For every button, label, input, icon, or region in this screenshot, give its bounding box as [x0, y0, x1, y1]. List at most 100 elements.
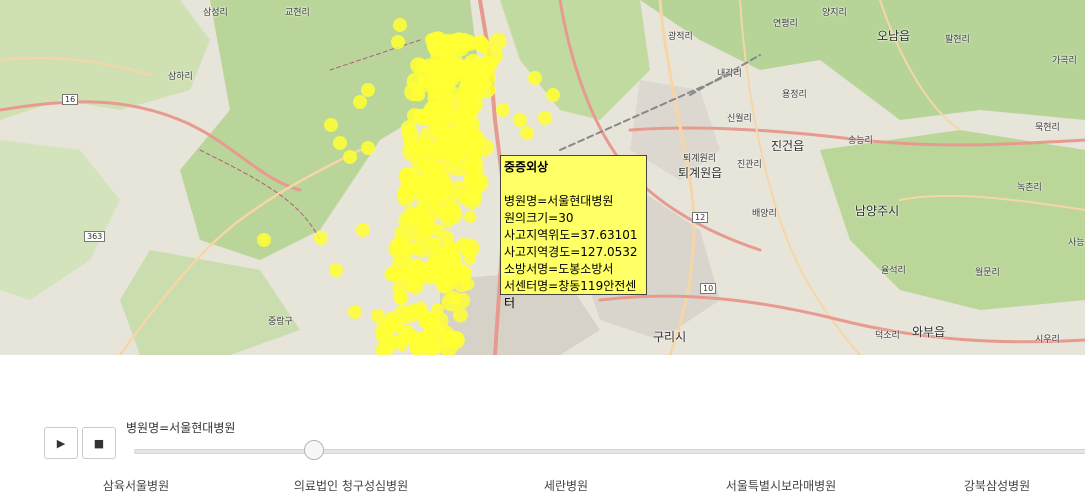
- incident-marker[interactable]: [399, 183, 413, 197]
- incident-marker[interactable]: [414, 141, 430, 156]
- incident-marker[interactable]: [402, 206, 422, 225]
- slider-tick-label[interactable]: 서울특별시보라매병원: [726, 477, 836, 494]
- incident-marker[interactable]: [463, 53, 484, 74]
- stop-icon: ■: [93, 436, 105, 450]
- incident-marker[interactable]: [395, 304, 409, 318]
- place-label: 녹촌리: [1017, 183, 1042, 193]
- play-icon: ▶: [56, 436, 66, 450]
- slider-current-value: 병원명=서울현대병원: [126, 421, 236, 435]
- incident-marker[interactable]: [412, 239, 431, 258]
- incident-marker[interactable]: [361, 141, 375, 155]
- slider-track[interactable]: [134, 449, 1085, 454]
- place-label: 율석리: [881, 266, 906, 276]
- incident-marker[interactable]: [496, 103, 510, 117]
- tooltip-line-longitude: 사고지역경도=127.0532: [504, 245, 638, 259]
- incident-marker[interactable]: [459, 125, 475, 141]
- incident-marker[interactable]: [449, 331, 463, 345]
- incident-marker[interactable]: [356, 223, 370, 237]
- incident-marker[interactable]: [257, 233, 271, 247]
- incident-marker[interactable]: [489, 32, 507, 50]
- place-label: 신월리: [727, 114, 752, 124]
- tooltip-spacer: [504, 176, 643, 193]
- incident-marker[interactable]: [392, 281, 406, 295]
- incident-marker[interactable]: [538, 111, 552, 125]
- incident-marker[interactable]: [461, 139, 481, 159]
- incident-marker[interactable]: [329, 263, 343, 277]
- incident-marker[interactable]: [333, 136, 347, 150]
- place-label: 양지리: [822, 8, 847, 18]
- incident-marker[interactable]: [461, 189, 482, 210]
- incident-marker[interactable]: [416, 185, 430, 198]
- map-view[interactable]: 삼성리 교현리 삼하리 광적리 연평리 양지리 오남읍 팔현리 가곡리 내각리 용정리 신월리 진건읍 송…: [0, 0, 1085, 355]
- incident-marker[interactable]: [390, 267, 405, 282]
- incident-marker[interactable]: [407, 303, 421, 317]
- place-label: 송능리: [848, 136, 873, 146]
- incident-marker[interactable]: [407, 225, 424, 241]
- place-label: 월문리: [975, 268, 1000, 278]
- incident-marker[interactable]: [441, 292, 461, 312]
- place-label: 삼하리: [168, 72, 193, 82]
- place-label: 구리시: [653, 330, 687, 344]
- marker-tooltip: 중증외상 병원명=서울현대병원 원의크기=30 사고지역위도=37.63101 …: [500, 155, 647, 310]
- place-label: 진건읍: [771, 139, 805, 153]
- incident-marker[interactable]: [546, 88, 560, 102]
- incident-marker[interactable]: [348, 305, 362, 319]
- slider-handle[interactable]: [304, 440, 324, 460]
- incident-marker[interactable]: [383, 315, 402, 333]
- slider-tick-label[interactable]: 의료법인 청구성심병원: [294, 477, 408, 494]
- route-shield: 10: [700, 283, 717, 294]
- incident-marker[interactable]: [451, 180, 467, 195]
- place-label: 묵현리: [1035, 123, 1060, 133]
- place-label: 시우리: [1035, 335, 1060, 345]
- incident-marker[interactable]: [430, 139, 447, 155]
- tooltip-line-hospital: 병원명=서울현대병원: [504, 194, 614, 208]
- incident-marker[interactable]: [353, 95, 367, 109]
- place-label: 내각리: [717, 69, 742, 79]
- slider-tick-label[interactable]: 강북삼성병원: [964, 477, 1030, 494]
- incident-marker[interactable]: [391, 35, 405, 49]
- tooltip-line-size: 원의크기=30: [504, 211, 574, 225]
- incident-marker[interactable]: [425, 33, 439, 47]
- incident-marker[interactable]: [444, 200, 461, 217]
- incident-marker[interactable]: [464, 210, 477, 223]
- incident-marker[interactable]: [476, 38, 489, 51]
- incident-marker[interactable]: [458, 79, 476, 98]
- incident-marker[interactable]: [314, 231, 328, 245]
- place-label: 퇴계원리: [683, 154, 717, 164]
- place-label: 중랑구: [268, 317, 293, 327]
- place-label: 광적리: [668, 32, 693, 42]
- place-label: 팔현리: [945, 35, 970, 45]
- incident-marker[interactable]: [381, 341, 395, 355]
- incident-marker[interactable]: [388, 239, 408, 259]
- incident-marker[interactable]: [393, 18, 407, 32]
- place-label: 배양리: [752, 209, 777, 219]
- incident-marker[interactable]: [324, 118, 338, 132]
- incident-marker[interactable]: [460, 243, 475, 257]
- incident-marker[interactable]: [421, 270, 436, 285]
- incident-marker[interactable]: [343, 150, 357, 164]
- incident-marker[interactable]: [463, 36, 478, 51]
- stop-button[interactable]: ■: [82, 427, 116, 459]
- incident-marker[interactable]: [428, 236, 442, 251]
- incident-marker[interactable]: [371, 309, 385, 323]
- slider-tick-label[interactable]: 세란병원: [544, 477, 588, 494]
- incident-marker[interactable]: [528, 71, 542, 85]
- incident-marker[interactable]: [410, 258, 423, 271]
- incident-marker[interactable]: [400, 120, 417, 136]
- incident-marker[interactable]: [513, 113, 527, 127]
- incident-marker[interactable]: [520, 126, 534, 140]
- play-button[interactable]: ▶: [44, 427, 78, 459]
- route-shield: 16: [62, 94, 79, 105]
- place-label: 연평리: [773, 19, 798, 29]
- incident-marker[interactable]: [444, 267, 462, 286]
- incident-marker[interactable]: [361, 83, 375, 97]
- incident-marker[interactable]: [427, 88, 447, 108]
- route-shield: 363: [84, 231, 106, 242]
- place-label: 교현리: [285, 8, 310, 18]
- incident-marker[interactable]: [411, 88, 426, 102]
- slider-tick-label[interactable]: 삼육서울병원: [103, 477, 169, 494]
- incident-marker[interactable]: [423, 318, 444, 339]
- incident-marker[interactable]: [440, 241, 461, 261]
- incident-marker[interactable]: [426, 73, 440, 87]
- tooltip-line-fire-station: 소방서명=도봉소방서: [504, 262, 614, 276]
